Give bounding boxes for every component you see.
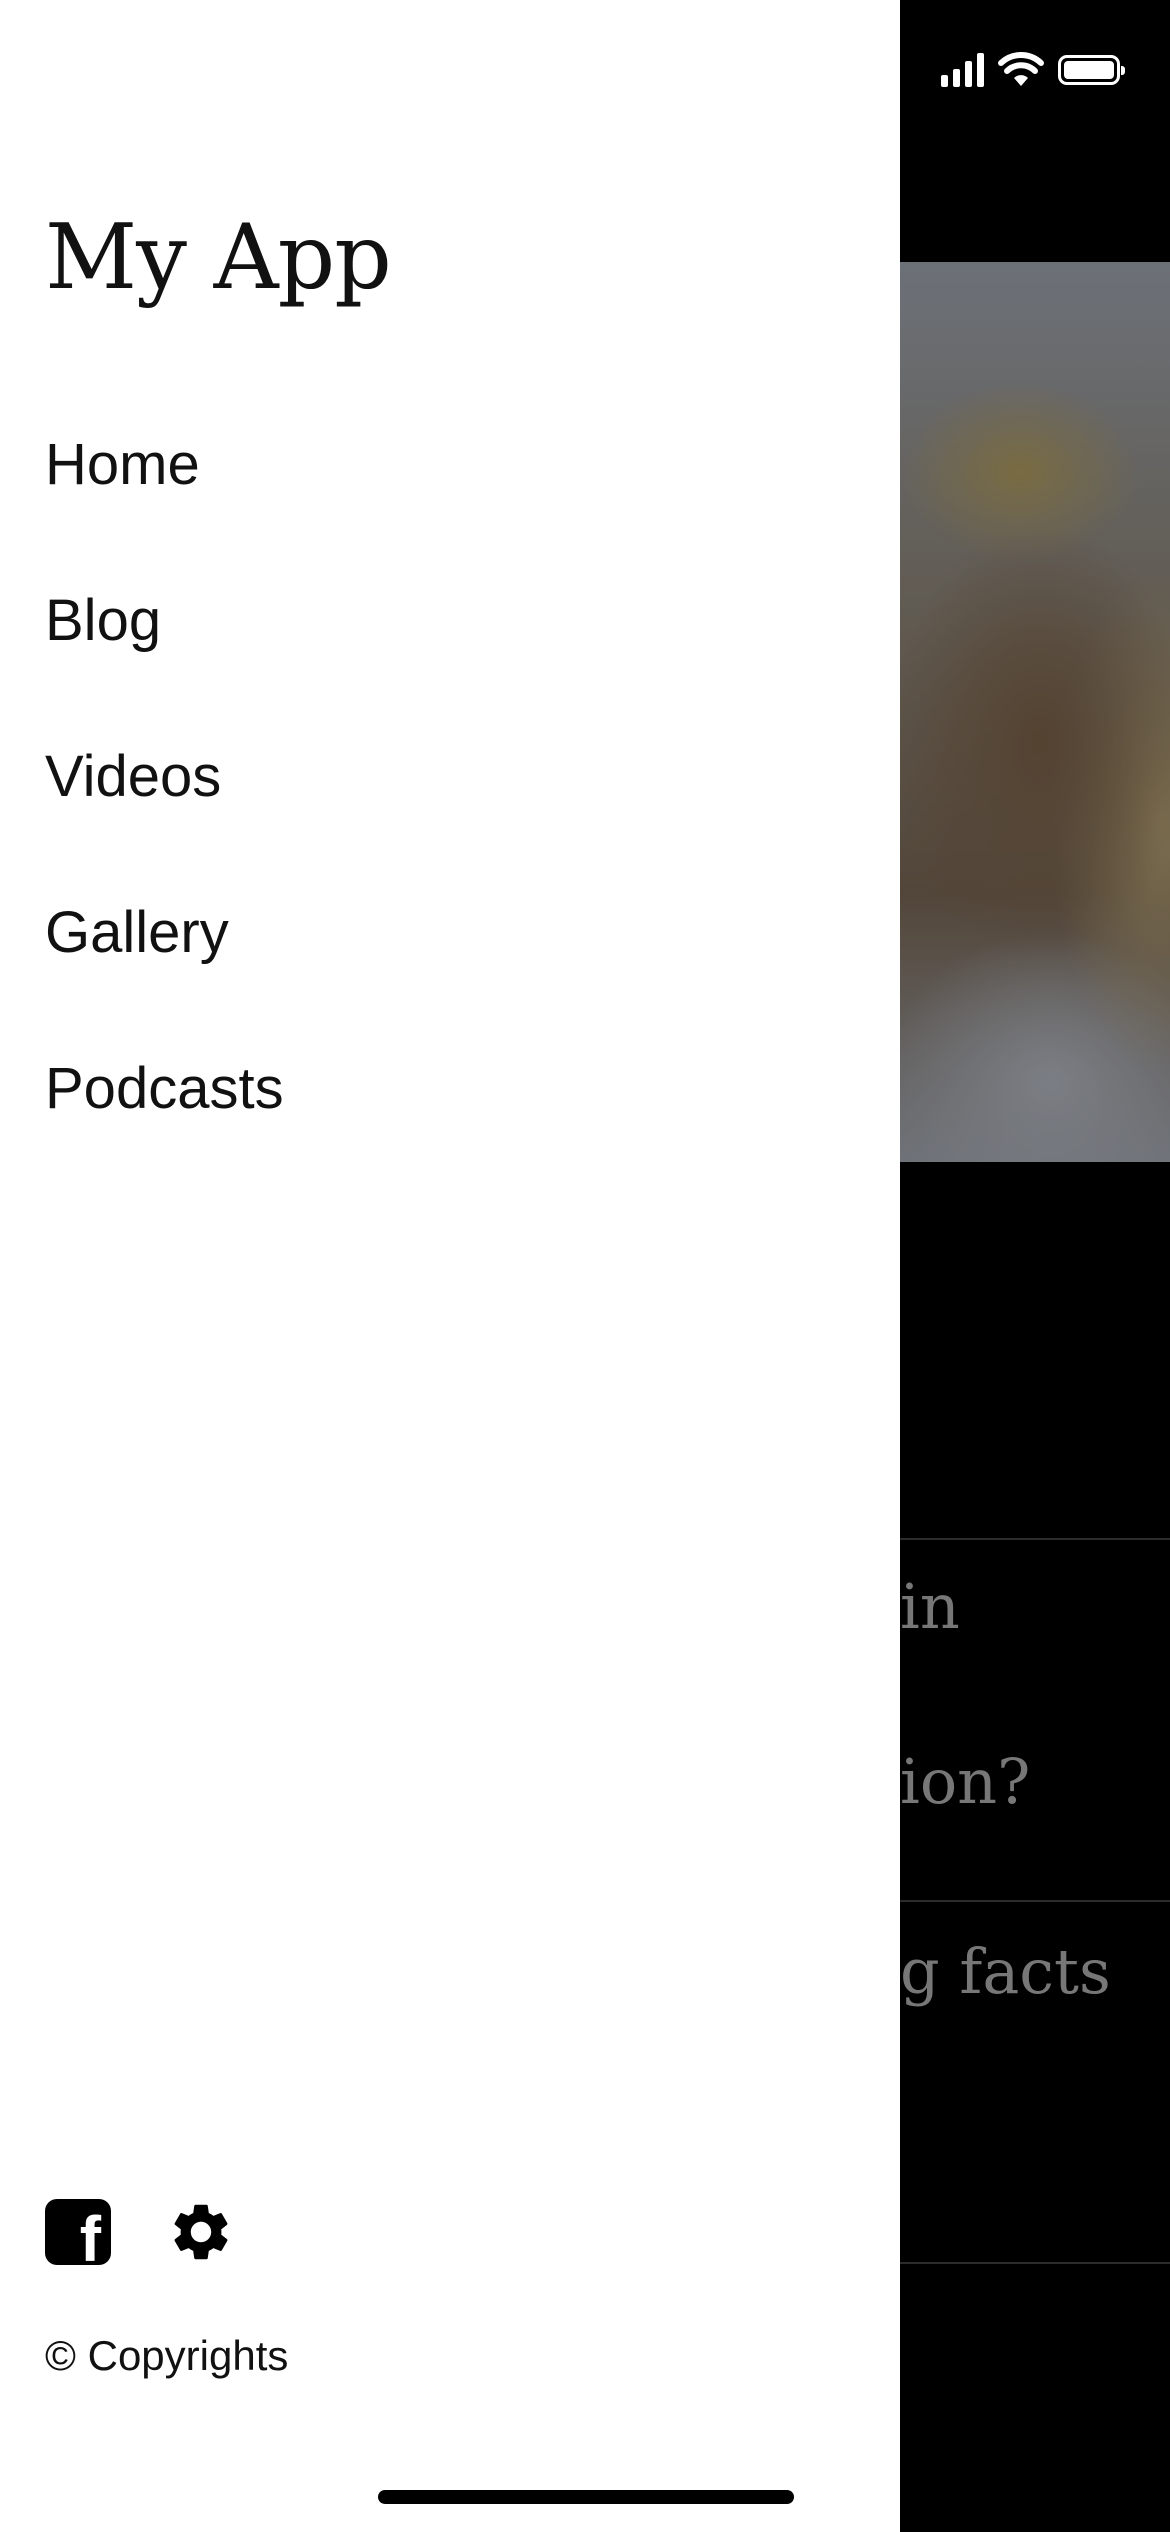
home-indicator — [378, 2490, 794, 2504]
gear-icon[interactable] — [167, 2198, 235, 2266]
article-title-fragment: g facts — [900, 1935, 1111, 2008]
nav-item-home[interactable]: Home — [45, 420, 284, 508]
navigation-drawer: My App Home Blog Videos Gallery Podcasts… — [0, 0, 900, 2532]
app-title: My App — [45, 205, 392, 310]
divider — [900, 1538, 1170, 1540]
nav-item-videos[interactable]: Videos — [45, 732, 284, 820]
divider — [900, 2262, 1170, 2264]
copyright-text: © Copyrights — [45, 2332, 289, 2379]
wifi-icon — [998, 52, 1044, 86]
nav-item-gallery[interactable]: Gallery — [45, 888, 284, 976]
nav-item-blog[interactable]: Blog — [45, 576, 284, 664]
hero-image — [900, 262, 1170, 1162]
divider — [900, 1900, 1170, 1902]
status-bar — [941, 52, 1125, 88]
nav-item-podcasts[interactable]: Podcasts — [45, 1044, 284, 1132]
signal-icon — [941, 53, 984, 87]
battery-icon — [1058, 55, 1125, 85]
article-title-fragment: in — [900, 1570, 960, 1643]
nav-menu: Home Blog Videos Gallery Podcasts — [45, 420, 284, 1200]
article-title-fragment: ion? — [900, 1745, 1031, 1818]
facebook-icon[interactable]: f — [45, 2199, 111, 2271]
footer-icons: f — [45, 2198, 235, 2271]
